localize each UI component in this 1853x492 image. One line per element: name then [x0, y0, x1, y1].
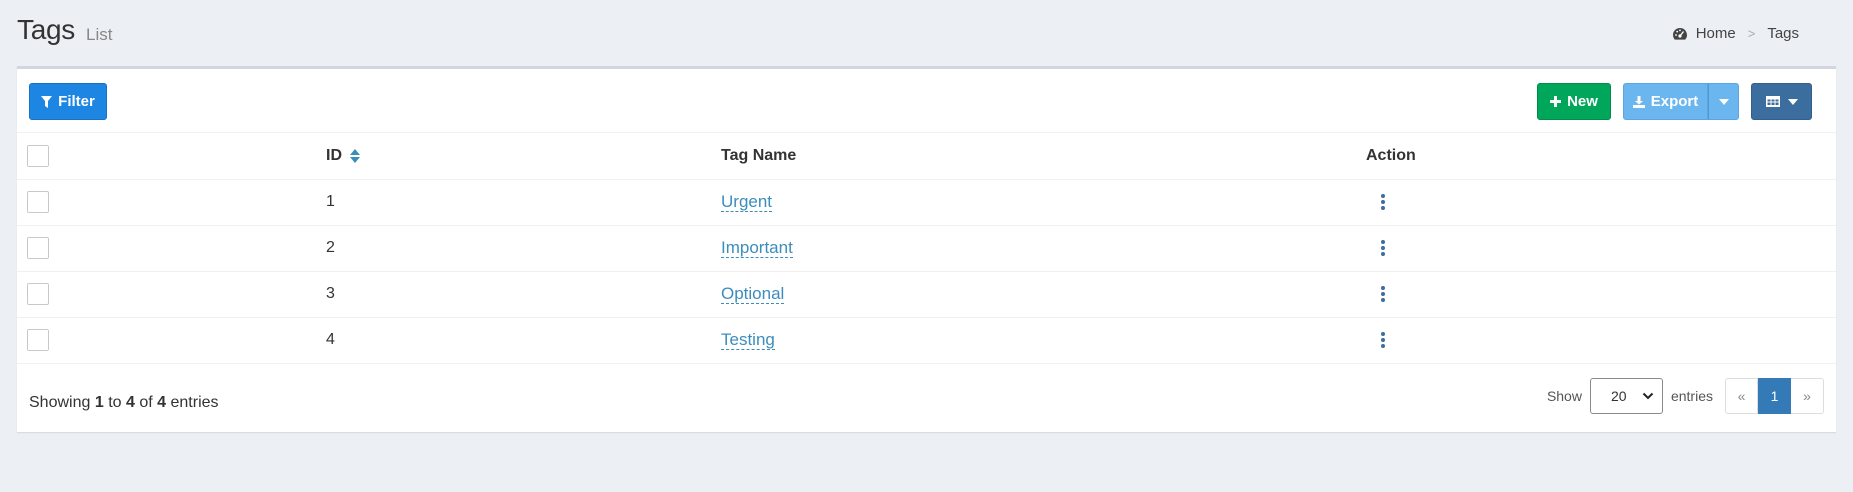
tags-list-box: Filter New Export ID Tag Name Action 1 U…	[17, 66, 1836, 432]
row-action-cell	[1366, 225, 1836, 272]
entries-info-total: 4	[157, 394, 167, 411]
pager-next[interactable]: »	[1791, 378, 1824, 414]
table-icon	[1765, 96, 1780, 107]
entries-info-from: 1	[94, 394, 104, 411]
filter-icon	[41, 95, 53, 108]
pagination-controls: Show 20 entries « 1 »	[1547, 378, 1824, 414]
tags-table: ID Tag Name Action 1 Urgent 2 Important	[17, 133, 1836, 364]
export-dropdown-toggle[interactable]	[1708, 83, 1739, 120]
tag-name-link[interactable]: Testing	[721, 330, 775, 350]
breadcrumb: Home > Tags	[1672, 25, 1799, 42]
new-button-label: New	[1567, 93, 1598, 110]
chevron-down-icon	[1642, 392, 1654, 400]
table-row: 4 Testing	[17, 317, 1836, 364]
download-icon	[1632, 95, 1645, 108]
column-header-action: Action	[1366, 133, 1836, 180]
breadcrumb-separator: >	[1747, 26, 1756, 41]
row-action-cell	[1366, 317, 1836, 364]
select-all-checkbox[interactable]	[27, 144, 49, 167]
row-id: 2	[326, 225, 721, 272]
toolbar: Filter New Export	[17, 69, 1836, 133]
entries-info-prefix: Showing	[29, 394, 91, 411]
page-title: Tags	[17, 14, 75, 45]
entries-info-to: 4	[125, 394, 135, 411]
row-checkbox[interactable]	[27, 329, 49, 351]
pager-prev[interactable]: «	[1725, 378, 1758, 414]
table-row: 2 Important	[17, 225, 1836, 272]
row-tag-name-cell: Testing	[721, 317, 1366, 364]
entries-info-suffix: entries	[170, 394, 219, 411]
new-button[interactable]: New	[1537, 83, 1611, 120]
row-checkbox[interactable]	[27, 283, 49, 305]
column-header-tag-name: Tag Name	[721, 133, 1366, 180]
row-select-cell	[17, 225, 326, 272]
per-page-select[interactable]: 20	[1589, 378, 1663, 414]
caret-down-icon	[1718, 98, 1729, 105]
dashboard-icon	[1672, 27, 1687, 40]
table-header-row: ID Tag Name Action	[17, 133, 1836, 180]
row-select-cell	[17, 317, 326, 364]
columns-selector-button[interactable]	[1751, 83, 1812, 120]
filter-button-label: Filter	[58, 93, 95, 110]
row-action-cell	[1366, 271, 1836, 318]
more-actions-icon[interactable]	[1378, 239, 1388, 257]
filter-button[interactable]: Filter	[29, 83, 107, 120]
content-header: Tags List Home > Tags	[0, 0, 1853, 66]
row-id: 3	[326, 271, 721, 318]
entries-label: entries	[1670, 388, 1713, 404]
table-row: 1 Urgent	[17, 179, 1836, 226]
tag-name-link[interactable]: Optional	[721, 284, 785, 304]
more-actions-icon[interactable]	[1378, 331, 1388, 349]
breadcrumb-home[interactable]: Home	[1696, 25, 1736, 42]
show-label: Show	[1546, 388, 1582, 404]
column-header-id-label: ID	[326, 146, 342, 164]
row-checkbox[interactable]	[27, 191, 49, 213]
page-subtitle: List	[86, 25, 113, 44]
more-actions-icon[interactable]	[1378, 193, 1388, 211]
row-id: 1	[326, 179, 721, 226]
sort-icon[interactable]	[350, 148, 361, 163]
row-select-cell	[17, 271, 326, 318]
tag-name-link[interactable]: Urgent	[721, 192, 773, 212]
row-tag-name-cell: Important	[721, 225, 1366, 272]
export-button-label: Export	[1650, 93, 1699, 110]
row-id: 4	[326, 317, 721, 364]
tag-name-link[interactable]: Important	[721, 238, 793, 258]
entries-info: Showing 1 to 4 of 4 entries	[29, 394, 219, 412]
per-page-value: 20	[1610, 388, 1627, 404]
table-row: 3 Optional	[17, 271, 1836, 318]
caret-down-icon	[1787, 98, 1798, 105]
row-checkbox[interactable]	[27, 237, 49, 259]
select-all-cell	[17, 133, 326, 180]
entries-info-of-word: of	[139, 394, 153, 411]
plus-icon	[1550, 96, 1562, 107]
pager: « 1 »	[1725, 378, 1824, 414]
pager-page-1[interactable]: 1	[1758, 378, 1791, 414]
more-actions-icon[interactable]	[1378, 285, 1388, 303]
entries-info-to-word: to	[108, 394, 122, 411]
breadcrumb-current: Tags	[1767, 25, 1799, 42]
export-button[interactable]: Export	[1623, 83, 1708, 120]
row-tag-name-cell: Urgent	[721, 179, 1366, 226]
column-header-id[interactable]: ID	[326, 133, 721, 180]
row-select-cell	[17, 179, 326, 226]
row-action-cell	[1366, 179, 1836, 226]
row-tag-name-cell: Optional	[721, 271, 1366, 318]
